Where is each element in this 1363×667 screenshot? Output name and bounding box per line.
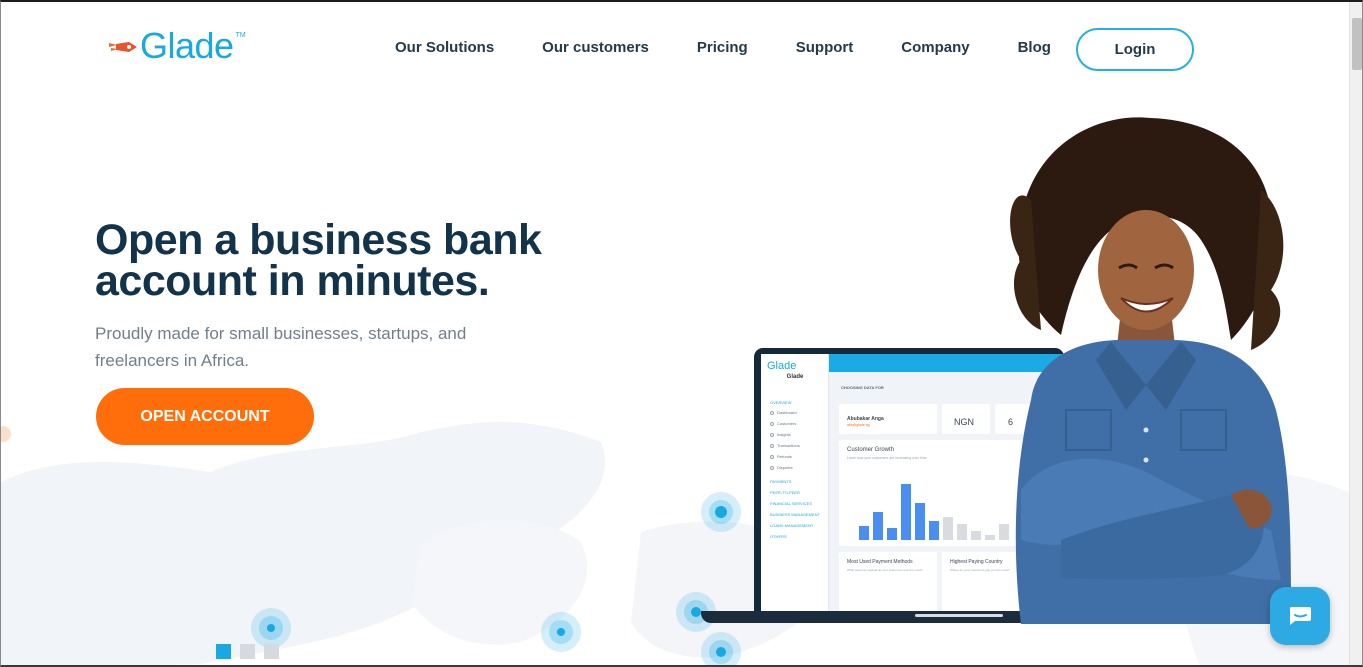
- currency-value: NGN: [954, 417, 974, 427]
- sidebar-item: Refunds: [770, 454, 792, 459]
- chart-bar: [859, 526, 869, 540]
- rocket-icon: [109, 42, 137, 52]
- map-marker: [251, 608, 291, 648]
- sidebar-overview: OVERVIEW: [770, 400, 792, 405]
- user-card: Abubakar Anga abs@glade.ng: [839, 404, 937, 434]
- nav-our-customers[interactable]: Our customers: [542, 39, 649, 57]
- sidebar-item: Transactions: [770, 443, 800, 448]
- hero-title-line-2: account in minutes.: [95, 257, 490, 305]
- user-email: abs@glade.ng: [847, 423, 870, 427]
- payment-methods-subtitle: What payment method do your customers us…: [847, 568, 923, 572]
- top-navigation: Glade TM Our Solutions Our customers Pri…: [1, 2, 1349, 94]
- chart-bar: [873, 512, 883, 540]
- sidebar-group: FINANCIAL SERVICES: [770, 501, 813, 506]
- sidebar-group: OTHERS: [770, 534, 787, 539]
- hero-title-line-1: Open a business bank: [95, 216, 542, 264]
- trademark-mark: TM: [235, 32, 246, 39]
- vertical-scrollbar[interactable]: [1349, 2, 1362, 665]
- chart-bar: [929, 521, 939, 540]
- slider-dot-2[interactable]: [240, 644, 255, 659]
- payment-methods-title: Most Used Payment Methods: [847, 559, 913, 565]
- glade-logo[interactable]: Glade TM: [107, 26, 246, 66]
- chart-bar: [943, 517, 953, 540]
- dashboard-section-label: CHOOSING DATA FOR: [841, 385, 884, 390]
- currency-card: NGN: [942, 404, 990, 434]
- sidebar-item: Customers: [770, 421, 796, 426]
- chart-bar: [915, 503, 925, 540]
- nav-our-solutions[interactable]: Our Solutions: [395, 39, 494, 57]
- page-viewport: Glade TM Our Solutions Our customers Pri…: [0, 0, 1363, 667]
- smiling-woman-image: [1010, 117, 1291, 624]
- chart-bar: [887, 528, 897, 540]
- nav-support[interactable]: Support: [796, 39, 854, 57]
- nav-blog[interactable]: Blog: [1018, 39, 1051, 57]
- dashboard-logo: Glade: [767, 360, 797, 372]
- nav-pricing[interactable]: Pricing: [697, 39, 748, 57]
- map-marker: [701, 492, 741, 532]
- sidebar-item: Disputes: [770, 465, 793, 470]
- slider-dot-1[interactable]: [216, 644, 231, 659]
- hero-title: Open a business bank account in minutes.: [95, 216, 615, 305]
- laptop-notch: [915, 614, 1003, 617]
- nav-company[interactable]: Company: [901, 39, 969, 57]
- map-marker: [541, 612, 581, 652]
- slider-indicators: [216, 644, 279, 659]
- sidebar-group: BUSINESS MANAGEMENT: [770, 512, 821, 517]
- map-marker: [701, 632, 741, 665]
- dashboard-sidebar: Glade Glade OVERVIEW Dashboard Customers…: [761, 354, 829, 612]
- chart-subtitle: Learn how your customers are increasing …: [847, 456, 927, 460]
- sidebar-group: PEER-TO-PEER: [770, 490, 800, 495]
- login-button[interactable]: Login: [1076, 28, 1194, 71]
- slider-dot-3[interactable]: [264, 644, 279, 659]
- sidebar-group: LOANS MANAGEMENT: [770, 523, 814, 528]
- chart-bar: [901, 484, 911, 540]
- sidebar-item: Insights: [770, 432, 791, 437]
- nav-links: Our Solutions Our customers Pricing Supp…: [395, 39, 1051, 57]
- logo-wordmark: Glade: [140, 25, 234, 66]
- open-account-button[interactable]: OPEN ACCOUNT: [96, 388, 314, 445]
- dashboard-brand: Glade: [786, 374, 804, 380]
- chart-title: Customer Growth: [847, 447, 895, 453]
- chart-bar: [957, 524, 967, 540]
- scrollbar-thumb[interactable]: [1352, 18, 1362, 70]
- chat-button[interactable]: [1270, 587, 1330, 645]
- chat-bubble-icon: [1290, 607, 1311, 625]
- sidebar-item: Dashboard: [770, 410, 797, 415]
- payment-methods-card: Most Used Payment Methods What payment m…: [839, 552, 937, 612]
- hero-subtitle: Proudly made for small businesses, start…: [95, 324, 467, 370]
- user-name: Abubakar Anga: [847, 416, 884, 422]
- chart-bar: [971, 531, 981, 540]
- sidebar-group: PAYMENTS: [770, 479, 792, 484]
